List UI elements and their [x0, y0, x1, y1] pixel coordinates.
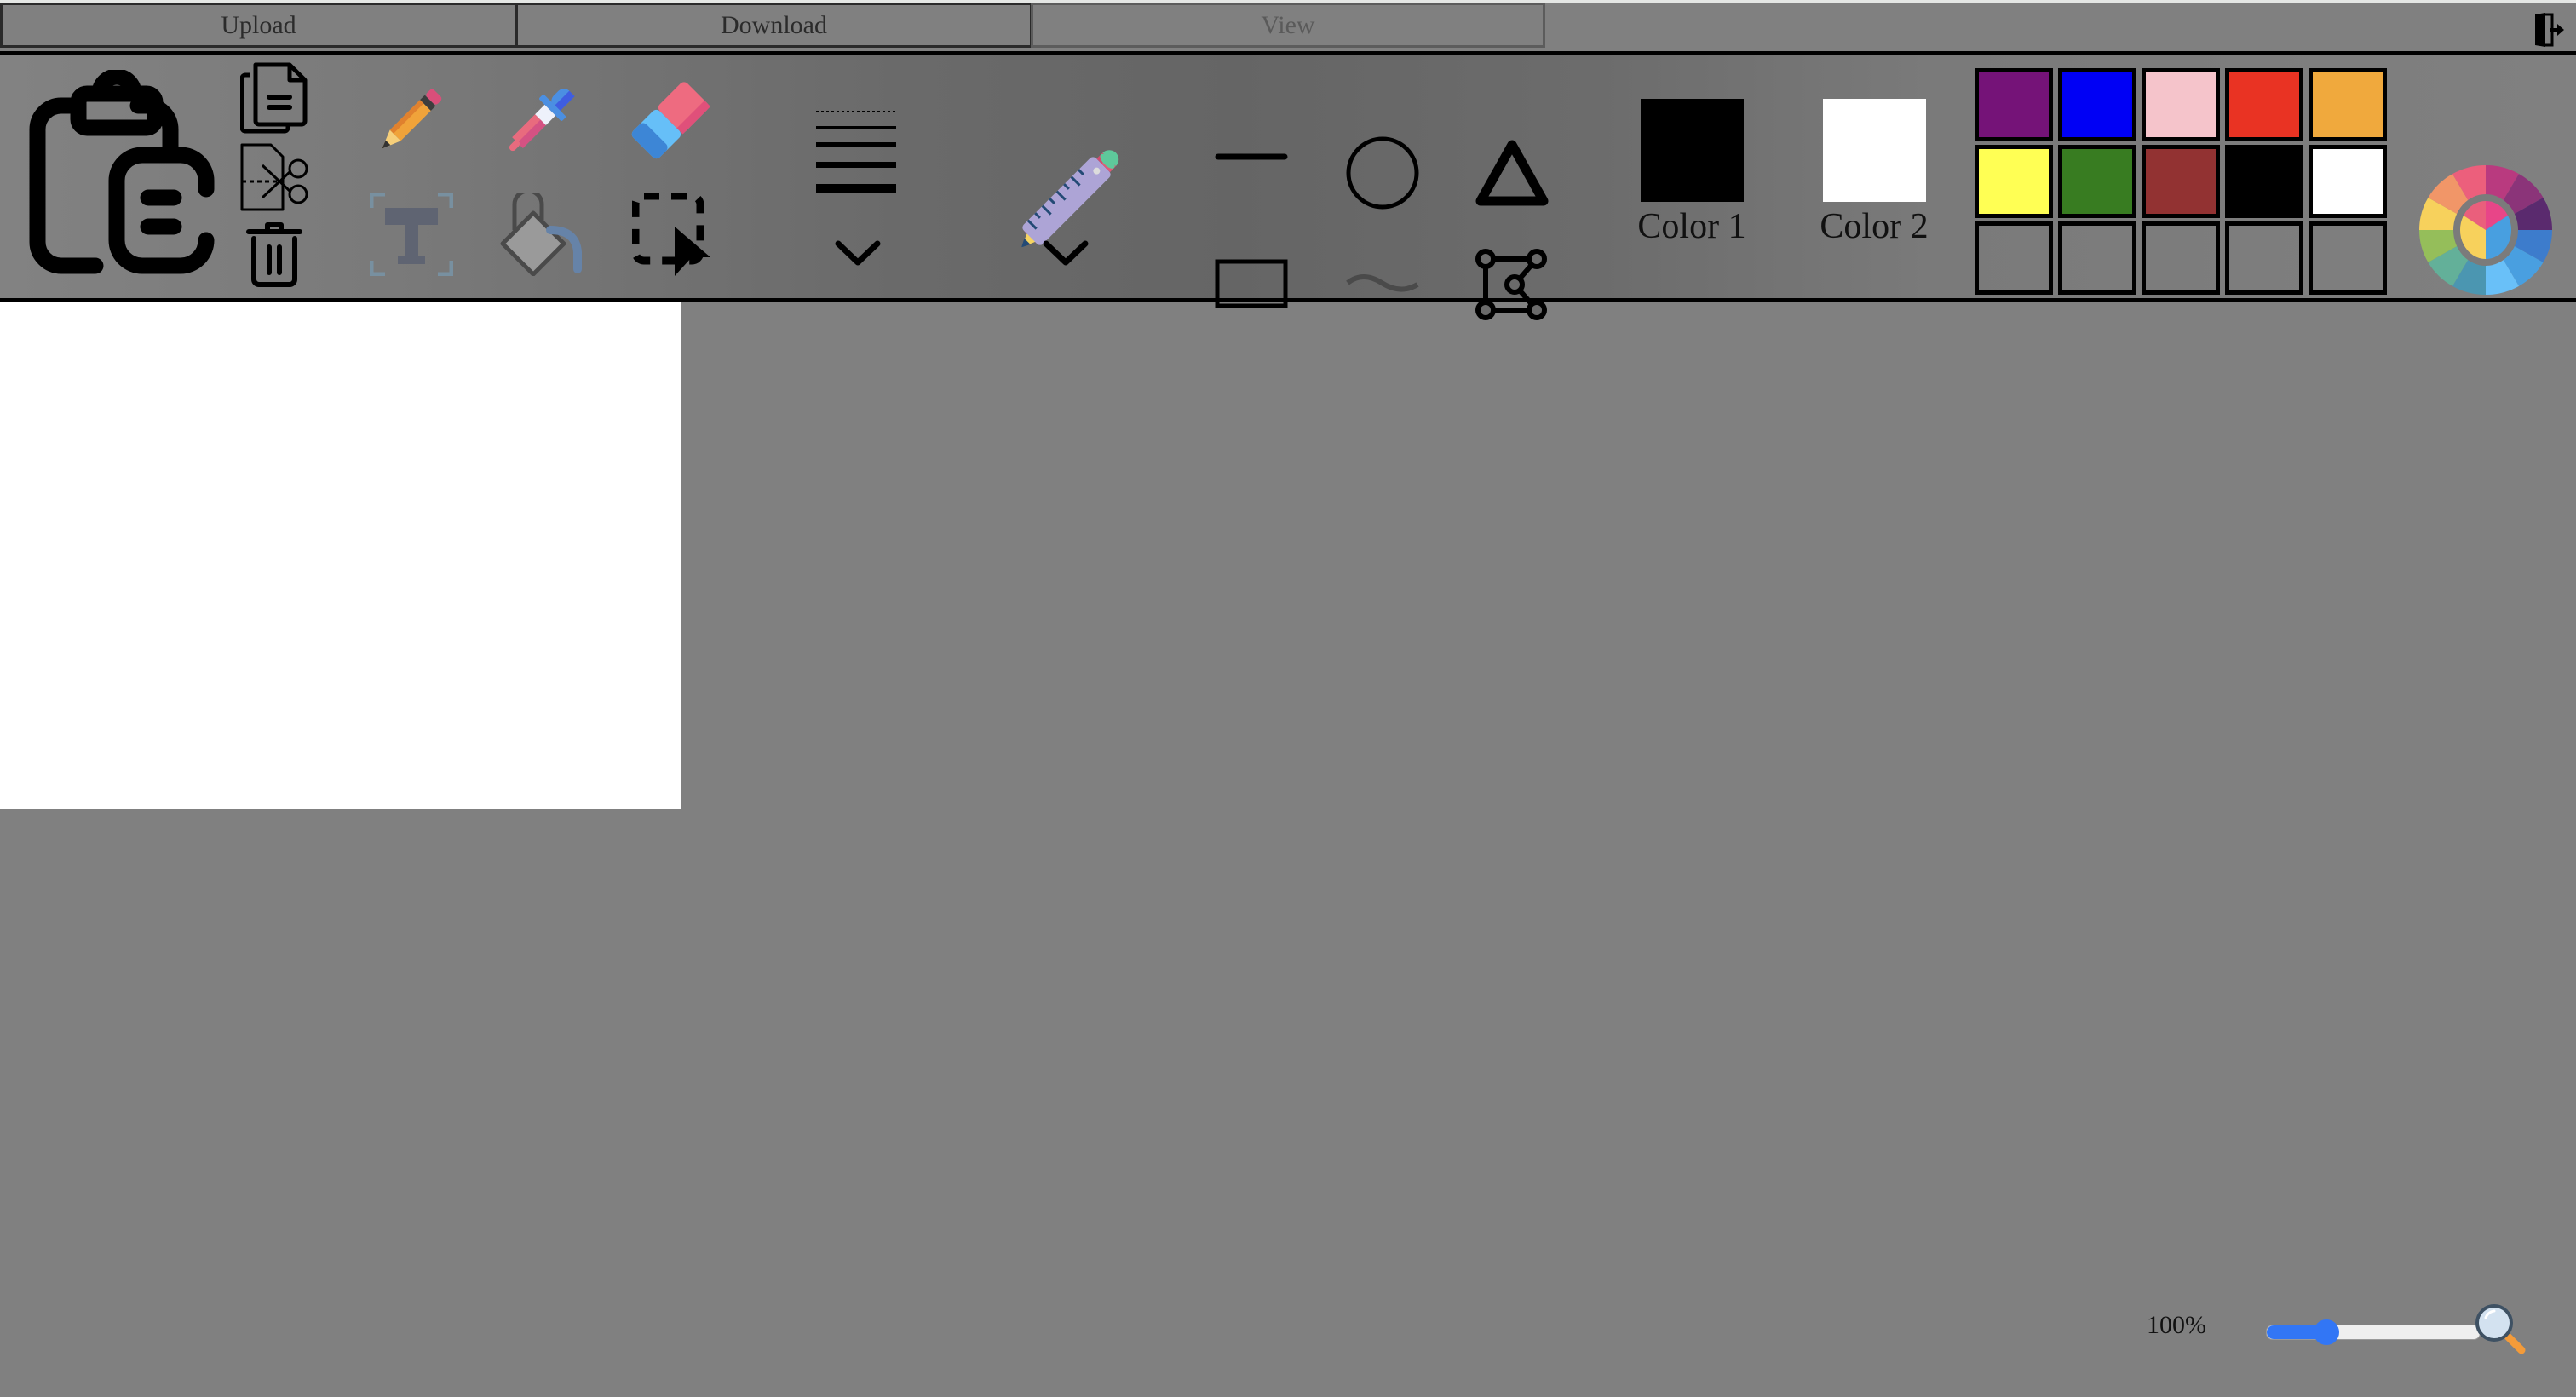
palette-color[interactable]	[2309, 68, 2387, 141]
line-width-dropdown[interactable]	[833, 239, 883, 267]
shape-polygon[interactable]	[1475, 249, 1549, 322]
chevron-down-icon	[835, 240, 881, 266]
color2-selector[interactable]: Color 2	[1809, 99, 1939, 246]
copy-icon	[240, 62, 308, 134]
exit-button[interactable]	[2532, 11, 2566, 49]
shape-rectangle[interactable]	[1215, 259, 1288, 308]
palette-color[interactable]	[1975, 145, 2053, 218]
zoom-slider[interactable]	[2266, 1319, 2481, 1345]
line-icon	[1215, 153, 1288, 160]
selection-icon	[632, 193, 710, 276]
cut-button[interactable]	[237, 143, 313, 211]
color1-label: Color 1	[1637, 207, 1746, 246]
magnifier-icon	[2475, 1304, 2526, 1354]
line-width-button[interactable]	[814, 107, 900, 193]
drawing-canvas[interactable]	[0, 302, 681, 809]
tab-download[interactable]: Download	[515, 3, 1032, 48]
polygon-icon	[1475, 249, 1547, 320]
trash-icon	[246, 222, 302, 287]
shape-line[interactable]	[1215, 147, 1288, 167]
line-width-icon	[816, 111, 896, 193]
text-tool[interactable]	[370, 193, 453, 276]
paint-bucket-icon	[500, 193, 582, 276]
color-wheel-icon	[2419, 165, 2552, 295]
fill-tool[interactable]	[499, 193, 584, 276]
pencil-icon	[382, 89, 442, 149]
text-icon	[370, 193, 453, 276]
menu-bar: Upload Download View	[0, 3, 2576, 51]
select-tool[interactable]	[632, 193, 717, 278]
delete-button[interactable]	[245, 220, 303, 288]
clipboard-paste-icon	[29, 70, 215, 274]
eraser-icon	[631, 82, 711, 159]
shape-curve[interactable]	[1346, 269, 1419, 298]
eraser-tool[interactable]	[627, 78, 712, 164]
palette-color[interactable]	[1975, 68, 2053, 141]
tab-view[interactable]: View	[1031, 3, 1545, 48]
zoom-button[interactable]	[2474, 1302, 2527, 1355]
palette-color[interactable]	[2309, 145, 2387, 218]
chevron-down-icon	[1043, 240, 1089, 266]
palette-color[interactable]	[2225, 145, 2303, 218]
toolbar: Color 1 Color 2	[0, 51, 2576, 320]
color1-swatch[interactable]	[1640, 99, 1744, 202]
palette-empty-slot[interactable]	[2058, 221, 2136, 295]
palette-color[interactable]	[2058, 68, 2136, 141]
palette-color[interactable]	[2058, 145, 2136, 218]
curve-icon	[1346, 274, 1419, 292]
brushes-dropdown[interactable]	[1041, 239, 1090, 267]
rectangle-icon	[1215, 259, 1288, 308]
pencil-tool[interactable]	[371, 80, 448, 162]
zoom-level: 100%	[2147, 1311, 2206, 1339]
palette-empty-slot[interactable]	[2309, 221, 2387, 295]
triangle-icon	[1475, 140, 1549, 206]
palette-color[interactable]	[2225, 68, 2303, 141]
zoom-slider-thumb[interactable]	[2314, 1319, 2339, 1345]
paste-button[interactable]	[19, 70, 223, 281]
cut-scissors-icon	[240, 143, 308, 211]
color2-swatch[interactable]	[1822, 99, 1926, 202]
tab-upload[interactable]: Upload	[0, 3, 517, 48]
shape-triangle[interactable]	[1475, 140, 1549, 206]
shape-circle[interactable]	[1346, 136, 1419, 210]
exit-door-icon	[2535, 13, 2564, 47]
color-picker-tool[interactable]	[499, 78, 579, 164]
color1-selector[interactable]: Color 1	[1627, 99, 1757, 246]
palette-empty-slot[interactable]	[2225, 221, 2303, 295]
palette-empty-slot[interactable]	[2142, 221, 2220, 295]
palette-color[interactable]	[2142, 68, 2220, 141]
palette-color[interactable]	[2142, 145, 2220, 218]
zoom-control: 100%	[2147, 1304, 2556, 1354]
color2-label: Color 2	[1820, 207, 1929, 246]
edit-colors-button[interactable]	[2418, 164, 2554, 296]
palette-empty-slot[interactable]	[1975, 221, 2053, 295]
copy-button[interactable]	[240, 61, 308, 135]
circle-icon	[1346, 136, 1419, 210]
eyedropper-icon	[509, 89, 575, 152]
